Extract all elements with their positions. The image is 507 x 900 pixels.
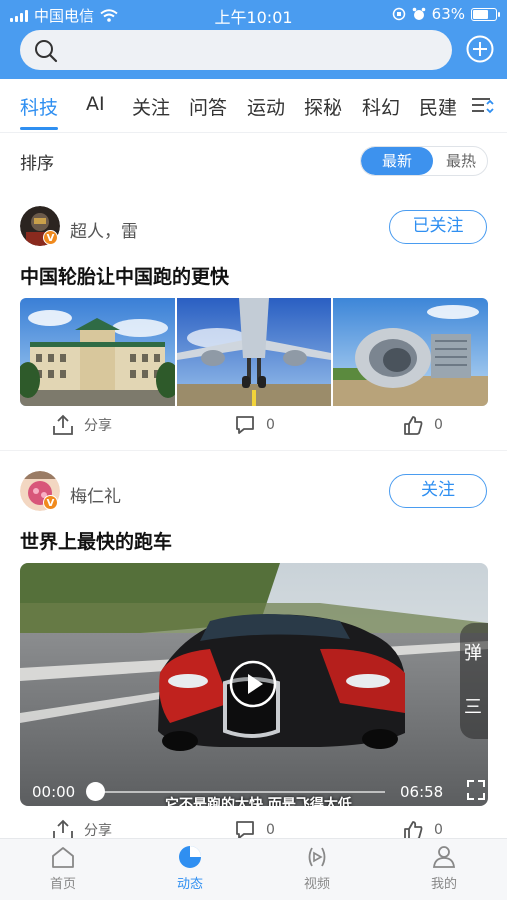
person-icon xyxy=(432,846,456,868)
follow-button[interactable]: 关注 xyxy=(389,474,487,508)
nav-home[interactable]: 首页 xyxy=(23,845,103,892)
sort-label: 排序 xyxy=(20,154,54,174)
author-name[interactable]: 梅仁礼 xyxy=(70,482,121,507)
post-image-building[interactable] xyxy=(20,298,175,406)
channel-tabs: 科技 AI 关注 问答 运动 探秘 科幻 民建 xyxy=(0,79,507,133)
status-right: 63% xyxy=(392,5,500,23)
comment-icon xyxy=(236,416,254,434)
share-button[interactable]: 分享 xyxy=(52,414,112,436)
active-tab-indicator xyxy=(20,127,58,130)
video-subtitle: 它不是跑的太快 而是飞得太低 xyxy=(165,797,352,806)
orientation-lock-icon xyxy=(392,7,405,21)
post-title[interactable]: 中国轮胎让中国跑的更快 xyxy=(20,262,229,289)
tab-minjian[interactable]: 民建 xyxy=(419,93,457,120)
thumbs-up-icon xyxy=(404,416,423,435)
nav-feed-label: 动态 xyxy=(176,877,203,892)
post-image-airplane[interactable] xyxy=(177,298,331,406)
comment-button[interactable]: 0 xyxy=(234,414,275,436)
alarm-icon xyxy=(412,7,425,20)
divider xyxy=(0,450,507,451)
video-progress-track[interactable] xyxy=(95,791,385,793)
like-button[interactable]: 0 xyxy=(402,414,443,436)
verified-badge: V xyxy=(43,495,58,510)
verified-badge: V xyxy=(43,230,58,245)
nav-video[interactable]: 视频 xyxy=(277,845,357,892)
comment-count: 0 xyxy=(266,822,275,838)
tab-following[interactable]: 关注 xyxy=(132,93,170,120)
nav-home-label: 首页 xyxy=(49,877,76,892)
nav-profile[interactable]: 我的 xyxy=(404,845,484,892)
play-icon[interactable] xyxy=(228,659,278,709)
tab-qa[interactable]: 问答 xyxy=(189,93,227,120)
video-duration: 06:58 xyxy=(400,783,444,801)
follow-button[interactable]: 已关注 xyxy=(389,210,487,244)
share-icon xyxy=(53,414,73,435)
like-count: 0 xyxy=(434,822,443,838)
tab-sports[interactable]: 运动 xyxy=(247,93,285,120)
search-input[interactable] xyxy=(20,30,452,70)
video-progress-knob[interactable] xyxy=(86,782,105,801)
pie-chart-icon xyxy=(179,846,201,868)
video-player[interactable]: 弹 三 00:00 它不是跑的太快 而是飞得太低 06:58 xyxy=(20,563,488,806)
nav-video-label: 视频 xyxy=(303,877,330,892)
sort-toggle: 最新 最热 xyxy=(360,146,488,176)
danmaku-settings[interactable]: 三 xyxy=(464,693,482,719)
channel-menu-icon[interactable] xyxy=(469,93,495,119)
status-bar: 中国电信 上午10:01 63% xyxy=(0,0,507,28)
fullscreen-icon[interactable] xyxy=(466,779,486,801)
tab-tech[interactable]: 科技 xyxy=(20,93,58,120)
tab-ai[interactable]: AI xyxy=(86,93,105,115)
tab-explore[interactable]: 探秘 xyxy=(304,93,342,120)
like-count: 0 xyxy=(434,417,443,433)
battery-icon xyxy=(471,7,500,21)
post-image-round-building[interactable] xyxy=(333,298,488,406)
bottom-nav: 首页 动态 视频 我的 xyxy=(0,838,507,900)
comment-count: 0 xyxy=(266,417,275,433)
tab-scifi[interactable]: 科幻 xyxy=(362,93,400,120)
video-nav-icon xyxy=(308,847,326,867)
nav-feed[interactable]: 动态 xyxy=(150,845,230,892)
home-icon xyxy=(52,847,74,868)
video-current-time: 00:00 xyxy=(32,783,76,801)
top-header: 中国电信 上午10:01 63% xyxy=(0,0,507,79)
battery-percent: 63% xyxy=(431,5,465,23)
share-label: 分享 xyxy=(84,823,112,839)
author-name[interactable]: 超人，雷 xyxy=(70,217,138,242)
search-icon xyxy=(35,40,58,63)
post-title[interactable]: 世界上最快的跑车 xyxy=(20,527,172,554)
share-label: 分享 xyxy=(84,418,112,434)
danmaku-panel[interactable]: 弹 三 xyxy=(460,623,488,739)
sort-newest-button[interactable]: 最新 xyxy=(361,147,433,175)
post-actions: 分享 0 0 xyxy=(0,411,507,441)
add-circle-icon[interactable] xyxy=(465,34,495,64)
nav-profile-label: 我的 xyxy=(430,877,457,892)
danmaku-toggle[interactable]: 弹 xyxy=(464,639,482,665)
sort-hottest-button[interactable]: 最热 xyxy=(433,147,487,175)
